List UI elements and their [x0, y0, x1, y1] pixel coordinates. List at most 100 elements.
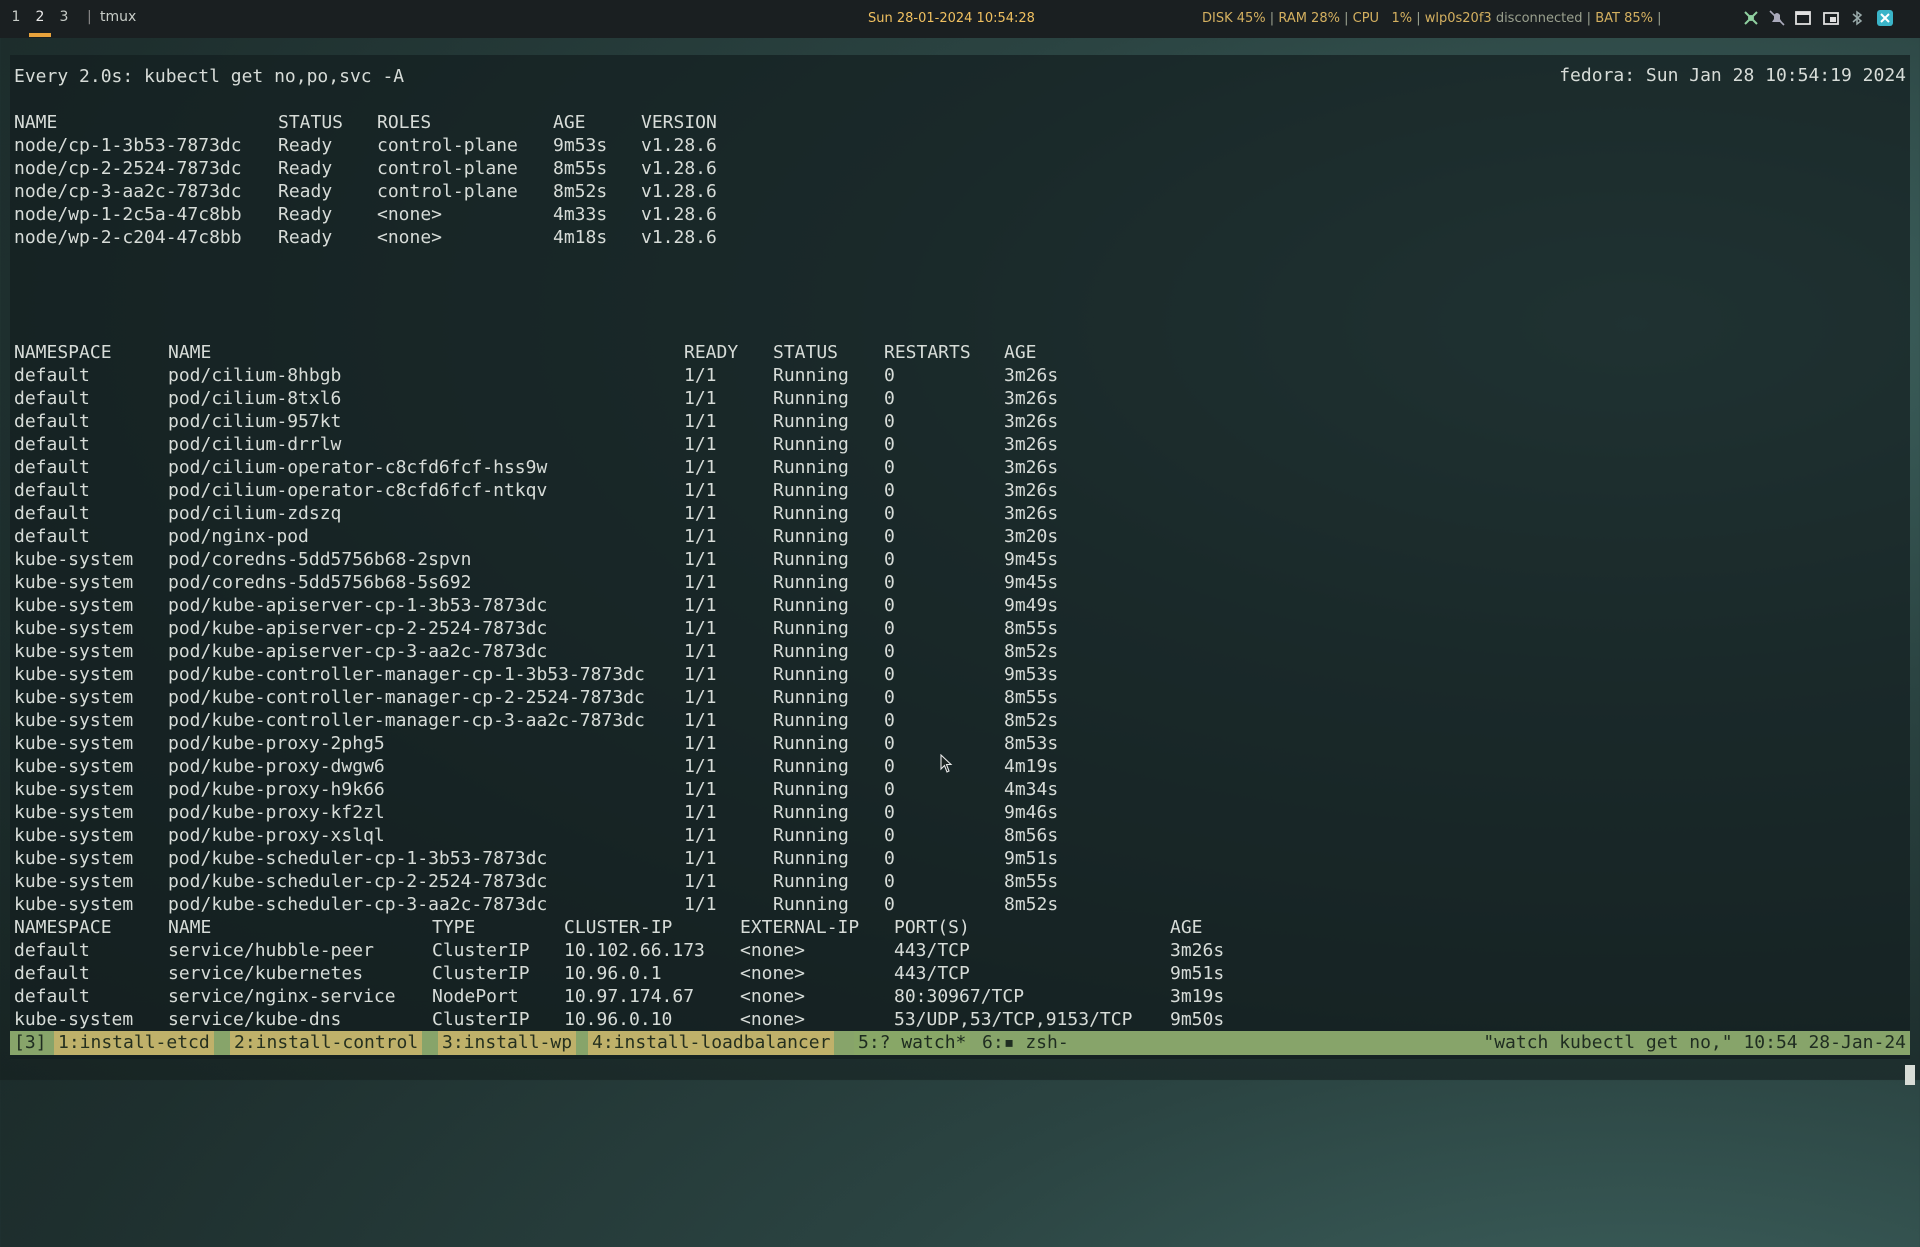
tmux-window-1[interactable]: 1:install-etcd [54, 1031, 214, 1055]
pod-restarts: 0 [884, 641, 895, 662]
pod-status: Running [773, 595, 849, 616]
pod-age: 3m26s [1004, 388, 1059, 409]
pod-namespace: default [14, 388, 90, 409]
pod-age: 9m45s [1004, 549, 1059, 570]
svc-cluster-ip: CLUSTER-IP [564, 917, 673, 938]
pod-age: 3m26s [1004, 365, 1059, 386]
pod-restarts: 0 [884, 779, 895, 800]
workspace-2[interactable]: 2 [30, 9, 50, 25]
pod-age: 8m53s [1004, 733, 1059, 754]
workspace-1[interactable]: 1 [6, 9, 26, 25]
pod-age: 3m26s [1004, 503, 1059, 524]
pod-ready: 1/1 [684, 756, 717, 777]
node-status: STATUS [278, 112, 344, 133]
svc-age: 3m19s [1170, 986, 1225, 1007]
tmux-status-right: "watch kubectl get no," 10:54 28-Jan-24 [1483, 1032, 1906, 1053]
pod-namespace: kube-system [14, 871, 134, 892]
screenshot-icon[interactable] [1822, 9, 1842, 29]
muted-bell-icon[interactable] [1768, 9, 1788, 29]
pod-namespace: kube-system [14, 595, 134, 616]
svc-type: ClusterIP [432, 940, 530, 961]
svc-age: 9m51s [1170, 963, 1225, 984]
pod-age: 8m52s [1004, 894, 1059, 915]
pod-name: NAME [168, 342, 212, 363]
bluetooth-icon[interactable] [1848, 9, 1868, 29]
node-name: NAME [14, 112, 58, 133]
svc-namespace: default [14, 940, 90, 961]
pod-name: pod/cilium-operator-c8cfd6fcf-hss9w [168, 457, 548, 478]
pod-status: Running [773, 894, 849, 915]
workspace-3[interactable]: 3 [54, 9, 74, 25]
pod-namespace: kube-system [14, 710, 134, 731]
pod-namespace: kube-system [14, 664, 134, 685]
pod-status: Running [773, 388, 849, 409]
app-icon[interactable] [1876, 9, 1896, 29]
pod-name: pod/kube-controller-manager-cp-2-2524-78… [168, 687, 645, 708]
pod-status: Running [773, 457, 849, 478]
tmux-window-2[interactable]: 2:install-control [230, 1031, 423, 1055]
pod-status: Running [773, 641, 849, 662]
terminal-pane[interactable]: Every 2.0s: kubectl get no,po,svc -A fed… [10, 55, 1915, 1085]
svc-name: service/hubble-peer [168, 940, 374, 961]
node-age: 8m52s [553, 181, 608, 202]
svc-type: TYPE [432, 917, 476, 938]
pod-name: pod/kube-scheduler-cp-3-aa2c-7873dc [168, 894, 548, 915]
pod-namespace: default [14, 503, 90, 524]
clock[interactable]: Sun 28-01-2024 10:54:28 [868, 11, 1035, 26]
pod-status: Running [773, 687, 849, 708]
node-age: AGE [553, 112, 586, 133]
pod-namespace: kube-system [14, 618, 134, 639]
svc-port-s: 443/TCP [894, 963, 970, 984]
pod-status: Running [773, 848, 849, 869]
active-app-title: tmux [100, 9, 137, 25]
network-icon[interactable] [1742, 9, 1762, 29]
pod-name: pod/kube-proxy-xslql [168, 825, 385, 846]
pod-namespace: kube-system [14, 779, 134, 800]
pod-restarts: 0 [884, 802, 895, 823]
svc-namespace: default [14, 963, 90, 984]
pod-restarts: 0 [884, 618, 895, 639]
svc-type: ClusterIP [432, 963, 530, 984]
pod-status: Running [773, 802, 849, 823]
tmux-window-6[interactable]: 6:▪ zsh- [978, 1031, 1073, 1055]
node-roles: control-plane [377, 158, 518, 179]
scrollbar-thumb[interactable] [1905, 1065, 1915, 1085]
tmux-session[interactable]: [3] [10, 1031, 51, 1055]
node-age: 8m55s [553, 158, 608, 179]
svc-name: NAME [168, 917, 212, 938]
pod-namespace: default [14, 526, 90, 547]
pod-restarts: 0 [884, 710, 895, 731]
svc-type: ClusterIP [432, 1009, 530, 1030]
svc-cluster-ip: 10.102.66.173 [564, 940, 705, 961]
pod-age: 8m55s [1004, 871, 1059, 892]
tmux-status-bar: [3] 1:install-etcd 2:install-control 3:i… [10, 1031, 1910, 1055]
node-roles: <none> [377, 227, 443, 248]
node-roles: control-plane [377, 135, 518, 156]
svc-name: service/kube-dns [168, 1009, 342, 1030]
svc-age: 9m50s [1170, 1009, 1225, 1030]
pod-status: Running [773, 733, 849, 754]
pod-status: Running [773, 434, 849, 455]
svc-external-ip: <none> [740, 940, 806, 961]
separator: | [87, 9, 92, 25]
tmux-window-3[interactable]: 3:install-wp [438, 1031, 577, 1055]
pod-name: pod/kube-controller-manager-cp-1-3b53-78… [168, 664, 645, 685]
pod-status: Running [773, 871, 849, 892]
pod-name: pod/kube-apiserver-cp-2-2524-7873dc [168, 618, 548, 639]
svc-external-ip: EXTERNAL-IP [740, 917, 860, 938]
pod-age: 3m26s [1004, 480, 1059, 501]
pod-namespace: kube-system [14, 756, 134, 777]
pod-name: pod/cilium-8hbgb [168, 365, 342, 386]
pod-status: Running [773, 825, 849, 846]
window-icon[interactable] [1794, 9, 1814, 29]
pod-status: Running [773, 503, 849, 524]
tmux-window-4[interactable]: 4:install-loadbalancer [588, 1031, 835, 1055]
pod-ready: 1/1 [684, 411, 717, 432]
node-version: v1.28.6 [641, 227, 717, 248]
pod-ready: 1/1 [684, 733, 717, 754]
pod-namespace: default [14, 365, 90, 386]
pod-restarts: 0 [884, 572, 895, 593]
pod-restarts: 0 [884, 434, 895, 455]
tmux-window-5-current[interactable]: 5:? watch* [854, 1031, 971, 1055]
pod-name: pod/coredns-5dd5756b68-5s692 [168, 572, 472, 593]
